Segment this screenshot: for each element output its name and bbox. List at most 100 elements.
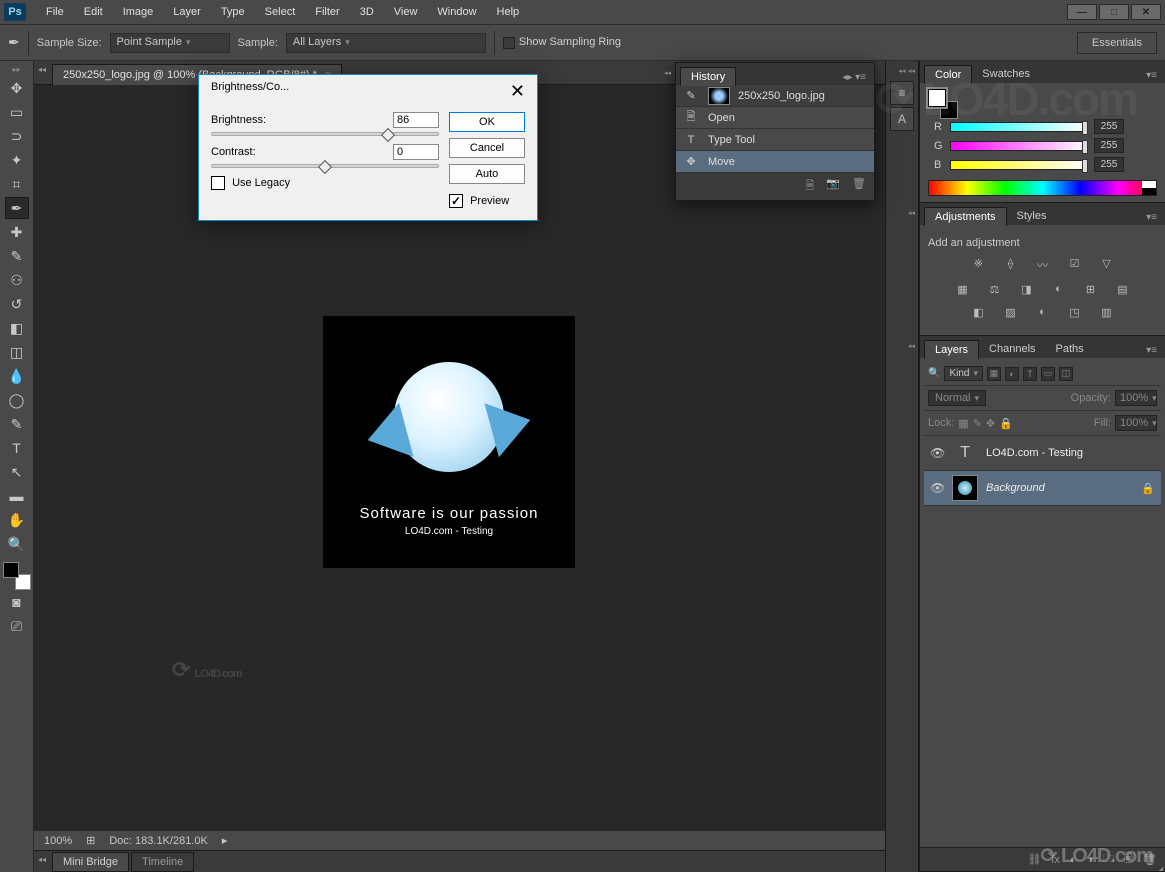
tab-color[interactable]: Color xyxy=(924,65,972,84)
history-snapshot[interactable]: ✎ 250x250_logo.jpg xyxy=(676,85,874,107)
b-slider[interactable] xyxy=(950,160,1088,170)
tab-layers[interactable]: Layers xyxy=(924,340,979,359)
brightness-contrast-dialog[interactable]: Brightness/Co... ✕ Brightness: Contrast:… xyxy=(198,74,538,221)
fill-value[interactable]: 100% xyxy=(1115,415,1157,431)
adj-vibrance-icon[interactable]: ▽ xyxy=(1098,257,1116,273)
adj-levels-icon[interactable]: ⟠ xyxy=(1002,257,1020,273)
contrast-slider[interactable] xyxy=(211,164,439,168)
new-snapshot-icon[interactable]: 📷 xyxy=(826,177,840,196)
tab-adjustments[interactable]: Adjustments xyxy=(924,207,1007,226)
menu-view[interactable]: View xyxy=(384,2,428,22)
dock-icon-2[interactable]: A xyxy=(890,107,914,131)
panel-menu-icon[interactable]: ◂▸ ▾≡ xyxy=(838,70,870,85)
zoom-level[interactable]: 100% xyxy=(44,835,72,847)
color-mini-swatch[interactable] xyxy=(928,89,958,119)
adj-bw-icon[interactable]: ◨ xyxy=(1018,283,1036,296)
adj-posterize-icon[interactable]: ▨ xyxy=(1002,306,1020,319)
show-sampling-ring-checkbox[interactable]: Show Sampling Ring xyxy=(503,36,621,48)
menu-edit[interactable]: Edit xyxy=(74,2,113,22)
lasso-tool[interactable]: ⊃ xyxy=(5,125,29,147)
g-value[interactable]: 255 xyxy=(1094,138,1124,153)
ok-button[interactable]: OK xyxy=(449,112,525,132)
window-minimize[interactable]: — xyxy=(1067,4,1097,20)
sample-size-select[interactable]: Point Sample xyxy=(110,33,230,53)
link-layers-icon[interactable]: ⛓ xyxy=(1027,853,1041,866)
pen-tool[interactable]: ✎ xyxy=(5,413,29,435)
adj-gradient-icon[interactable]: ▥ xyxy=(1098,306,1116,319)
menu-help[interactable]: Help xyxy=(487,2,530,22)
delete-layer-icon[interactable]: 🗑 xyxy=(1143,853,1157,866)
contrast-input[interactable] xyxy=(393,144,439,160)
auto-button[interactable]: Auto xyxy=(449,164,525,184)
preview-checkbox[interactable] xyxy=(449,194,463,208)
visibility-icon[interactable]: 👁 xyxy=(930,446,944,460)
layer-mask-icon[interactable]: ◐ xyxy=(1070,854,1077,866)
filter-smart-icon[interactable]: ◫ xyxy=(1059,367,1073,381)
tab-minibridge[interactable]: Mini Bridge xyxy=(52,852,129,872)
new-layer-icon[interactable]: 🗎 xyxy=(1124,850,1133,869)
foreground-background-swatch[interactable] xyxy=(3,562,31,590)
menu-window[interactable]: Window xyxy=(427,2,486,22)
layer-row[interactable]: 👁 Background 🔒 xyxy=(924,471,1161,506)
window-close[interactable]: ✕ xyxy=(1131,4,1161,20)
tab-paths[interactable]: Paths xyxy=(1046,340,1094,358)
marquee-tool[interactable]: ▭ xyxy=(5,101,29,123)
r-value[interactable]: 255 xyxy=(1094,119,1124,134)
adj-balance-icon[interactable]: ⚖ xyxy=(986,283,1004,296)
tab-swatches[interactable]: Swatches xyxy=(972,65,1040,83)
move-tool[interactable]: ✥ xyxy=(5,77,29,99)
eyedropper-tool[interactable]: ✒ xyxy=(5,197,29,219)
filter-pixel-icon[interactable]: ▦ xyxy=(987,367,1001,381)
delete-state-icon[interactable]: 🗑 xyxy=(852,177,866,196)
adj-selective-icon[interactable]: ◳ xyxy=(1066,306,1084,319)
type-tool[interactable]: T xyxy=(5,437,29,459)
dialog-close-icon[interactable]: ✕ xyxy=(510,81,525,102)
layer-name[interactable]: Background xyxy=(986,482,1045,494)
history-item[interactable]: ✥ Move xyxy=(676,151,874,173)
g-slider[interactable] xyxy=(950,141,1088,151)
fill-adjustment-icon[interactable]: ◑ xyxy=(1087,854,1094,866)
adj-brightness-icon[interactable]: ※ xyxy=(970,257,988,273)
blend-mode-select[interactable]: Normal xyxy=(928,390,986,406)
heal-tool[interactable]: ✚ xyxy=(5,221,29,243)
lock-pixels-icon[interactable]: ✎ xyxy=(973,417,982,430)
menu-select[interactable]: Select xyxy=(255,2,306,22)
path-tool[interactable]: ↖ xyxy=(5,461,29,483)
blur-tool[interactable]: 💧 xyxy=(5,365,29,387)
group-icon[interactable]: 🗀 xyxy=(1103,850,1114,869)
adj-threshold-icon[interactable]: ◐ xyxy=(1034,306,1052,319)
filter-adjust-icon[interactable]: ◐ xyxy=(1005,367,1019,381)
tab-channels[interactable]: Channels xyxy=(979,340,1045,358)
menu-file[interactable]: File xyxy=(36,2,74,22)
panel-menu-icon[interactable]: ▾≡ xyxy=(1142,210,1161,225)
dock-icon-1[interactable]: ≡ xyxy=(890,81,914,105)
sample-select[interactable]: All Layers xyxy=(286,33,486,53)
panel-menu-icon[interactable]: ▾≡ xyxy=(1142,343,1161,358)
history-item[interactable]: 🗎 Open xyxy=(676,107,874,129)
menu-layer[interactable]: Layer xyxy=(163,2,211,22)
collapse-icon[interactable]: ▸▸ xyxy=(12,65,20,74)
wand-tool[interactable]: ✦ xyxy=(5,149,29,171)
menu-image[interactable]: Image xyxy=(113,2,164,22)
menu-type[interactable]: Type xyxy=(211,2,255,22)
tab-history[interactable]: History xyxy=(680,67,736,86)
adj-lookup-icon[interactable]: ▤ xyxy=(1114,283,1132,296)
adj-mixer-icon[interactable]: ⊞ xyxy=(1082,283,1100,296)
menu-filter[interactable]: Filter xyxy=(305,2,349,22)
brush-tool[interactable]: ✎ xyxy=(5,245,29,267)
screenmode-tool[interactable]: ⎚ xyxy=(5,615,29,637)
zoom-tool[interactable]: 🔍 xyxy=(5,533,29,555)
workspace-button[interactable]: Essentials xyxy=(1077,32,1157,54)
b-value[interactable]: 255 xyxy=(1094,157,1124,172)
brightness-input[interactable] xyxy=(393,112,439,128)
doc-indicator-icon[interactable]: ⊞ xyxy=(86,834,95,847)
window-maximize[interactable]: □ xyxy=(1099,4,1129,20)
menu-3d[interactable]: 3D xyxy=(350,2,384,22)
lock-position-icon[interactable]: ✥ xyxy=(986,417,995,430)
panel-menu-icon[interactable]: ▾≡ xyxy=(1142,68,1161,83)
shape-tool[interactable]: ▬ xyxy=(5,485,29,507)
visibility-icon[interactable]: 👁 xyxy=(930,481,944,495)
new-doc-from-state-icon[interactable]: 🗎 xyxy=(805,177,814,196)
history-panel[interactable]: History ◂▸ ▾≡ ✎ 250x250_logo.jpg 🗎 Open … xyxy=(675,62,875,201)
adj-hue-icon[interactable]: ▦ xyxy=(954,283,972,296)
